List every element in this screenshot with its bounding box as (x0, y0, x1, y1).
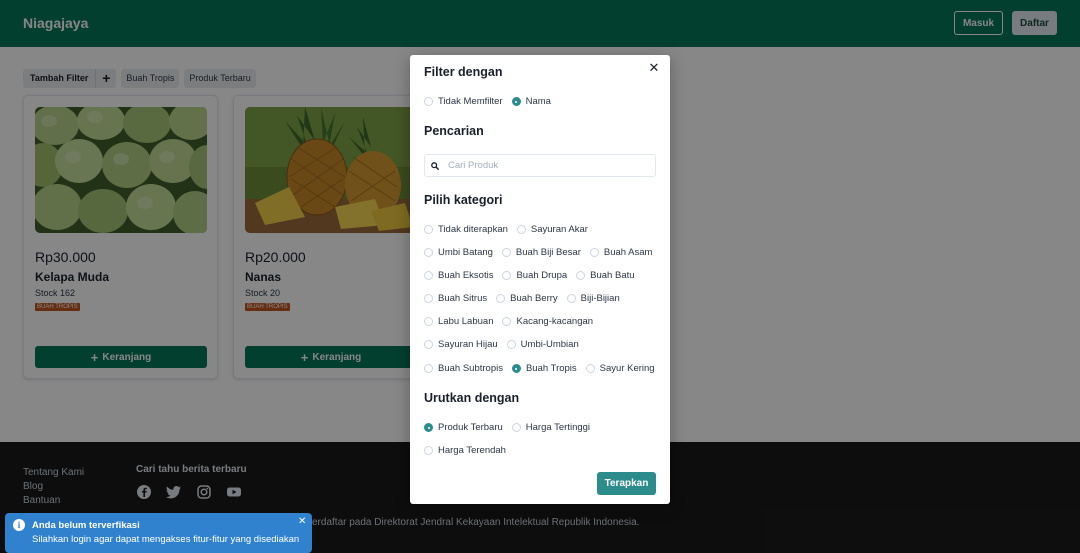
category-row: Labu Labuan Kacang-kacangan (424, 316, 602, 327)
radio-circle[interactable] (589, 248, 599, 257)
radio-circle[interactable] (511, 97, 521, 106)
radio-category[interactable]: Umbi-Umbian (506, 339, 579, 350)
radio-category[interactable]: Buah Drupa (502, 270, 567, 281)
category-row: Buah Subtropis Buah Tropis Sayur Kering (424, 363, 664, 374)
radio-category[interactable]: Buah Asam (589, 247, 652, 258)
filter-mode-group: Tidak Memfilter Nama (424, 96, 560, 107)
radio-sort-newest[interactable]: Produk Terbaru (424, 422, 503, 433)
radio-category[interactable]: Buah Berry (496, 293, 558, 304)
radio-category[interactable]: Biji-Bijian (566, 293, 620, 304)
category-row: Umbi Batang Buah Biji Besar Buah Asam (424, 247, 661, 258)
radio-circle[interactable] (576, 271, 586, 280)
search-box[interactable] (424, 154, 656, 177)
radio-circle[interactable] (424, 364, 433, 373)
sort-section-title: Urutkan dengan (424, 391, 520, 405)
radio-circle[interactable] (511, 364, 521, 373)
radio-category[interactable]: Buah Batu (576, 270, 635, 281)
search-section-title: Pencarian (424, 124, 484, 138)
radio-category[interactable]: Buah Subtropis (424, 363, 503, 374)
radio-circle[interactable] (424, 225, 433, 234)
search-icon (431, 161, 441, 171)
radio-circle[interactable] (506, 340, 516, 349)
close-icon[interactable]: ✕ (647, 61, 661, 75)
radio-no-filter[interactable]: Tidak Memfilter (424, 96, 503, 107)
radio-circle[interactable] (424, 97, 433, 106)
radio-circle[interactable] (496, 294, 506, 303)
category-row: Buah Sitrus Buah Berry Biji-Bijian (424, 293, 629, 304)
radio-circle[interactable] (501, 248, 511, 257)
category-row: Tidak diterapkan Sayuran Akar (424, 224, 597, 235)
search-input[interactable] (448, 160, 648, 171)
radio-category-selected[interactable]: Buah Tropis (511, 363, 577, 374)
radio-circle[interactable] (424, 294, 433, 303)
radio-circle[interactable] (502, 271, 512, 280)
filter-modal: Filter dengan ✕ Tidak Memfilter Nama Pen… (410, 55, 670, 504)
radio-circle[interactable] (424, 423, 433, 432)
category-row: Buah Eksotis Buah Drupa Buah Batu (424, 270, 644, 281)
radio-category[interactable]: Tidak diterapkan (424, 224, 508, 235)
radio-circle[interactable] (424, 271, 433, 280)
radio-category[interactable]: Buah Biji Besar (501, 247, 581, 258)
radio-category[interactable]: Sayuran Akar (516, 224, 588, 235)
radio-circle[interactable] (502, 317, 512, 326)
close-icon[interactable]: ✕ (298, 516, 306, 527)
verification-toast: i Anda belum terverfikasi Silahkan login… (5, 513, 312, 553)
radio-category[interactable]: Buah Eksotis (424, 270, 493, 281)
category-section-title: Pilih kategori (424, 193, 503, 207)
apply-button[interactable]: Terapkan (597, 472, 656, 495)
radio-circle[interactable] (511, 423, 521, 432)
radio-sort-lowest-price[interactable]: Harga Terendah (424, 445, 506, 456)
radio-category[interactable]: Umbi Batang (424, 247, 493, 258)
radio-category[interactable]: Kacang-kacangan (502, 316, 593, 327)
radio-circle[interactable] (516, 225, 526, 234)
radio-circle[interactable] (424, 340, 433, 349)
radio-circle[interactable] (424, 446, 433, 455)
radio-circle[interactable] (566, 294, 576, 303)
radio-category[interactable]: Sayur Kering (585, 363, 655, 374)
toast-title: Anda belum terverfikasi (32, 520, 140, 531)
radio-circle[interactable] (424, 248, 433, 257)
radio-category[interactable]: Sayuran Hijau (424, 339, 498, 350)
radio-circle[interactable] (585, 364, 595, 373)
page: Niagajaya Masuk Daftar Tambah Filter + B… (0, 0, 1080, 553)
sort-row: Produk Terbaru Harga Tertinggi (424, 422, 599, 433)
radio-category[interactable]: Buah Sitrus (424, 293, 487, 304)
radio-by-name[interactable]: Nama (511, 96, 551, 107)
modal-title: Filter dengan (424, 65, 503, 79)
category-row: Sayuran Hijau Umbi-Umbian (424, 339, 588, 350)
radio-circle[interactable] (424, 317, 433, 326)
toast-message: Silahkan login agar dapat mengakses fitu… (32, 534, 300, 545)
sort-row: Harga Terendah (424, 445, 515, 456)
radio-category[interactable]: Labu Labuan (424, 316, 493, 327)
radio-sort-highest-price[interactable]: Harga Tertinggi (511, 422, 590, 433)
info-icon: i (13, 519, 25, 531)
